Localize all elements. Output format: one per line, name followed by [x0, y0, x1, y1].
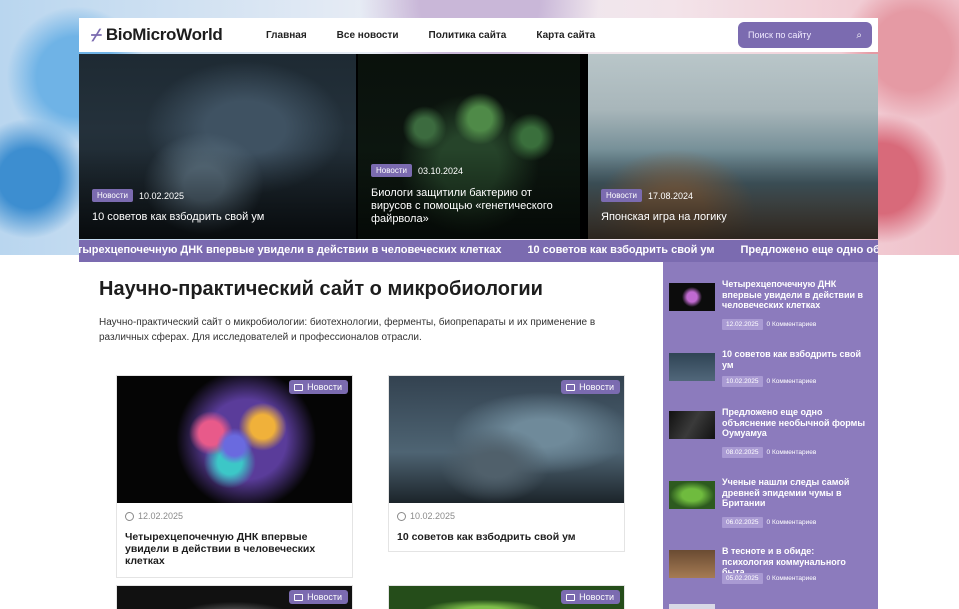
search-box: ⌕ [738, 22, 872, 48]
sidebar-news-thumb [669, 604, 715, 609]
sidebar-news-comments[interactable]: 0 Комментариев [767, 378, 817, 385]
sidebar-news-date: 08.02.2025 [722, 447, 763, 458]
hero-slide-date: 10.02.2025 [138, 190, 185, 201]
ticker-item[interactable]: Предложено еще одно объяснение [741, 244, 879, 256]
category-badge[interactable]: Новости [561, 380, 620, 394]
category-label: Новости [307, 382, 342, 392]
search-input[interactable] [748, 30, 844, 40]
category-badge[interactable]: Новости [289, 380, 348, 394]
category-label: Новости [307, 592, 342, 602]
sidebar-news-comments[interactable]: 0 Комментариев [767, 449, 817, 456]
folder-icon [294, 383, 304, 391]
sidebar-news-date: 10.02.2025 [722, 376, 763, 387]
clock-icon [397, 511, 406, 521]
category-badge[interactable]: Новости [561, 590, 620, 604]
sidebar-news-item[interactable]: Ученые нашли следы самой древней эпидеми… [669, 477, 874, 529]
clock-icon [125, 511, 134, 521]
category-badge[interactable]: Новости [289, 590, 348, 604]
hero-slide-title[interactable]: Японская игра на логику [601, 211, 864, 224]
news-ticker: тырехцепочечную ДНК впервые увидели в де… [79, 240, 878, 262]
news-card-title[interactable]: 10 советов как взбодрить свой ум [397, 531, 616, 543]
hero-slide-date: 17.08.2024 [647, 190, 694, 201]
dna-logo-icon: ⌿ [91, 24, 102, 45]
header: ⌿ BioMicroWorld Главная Все новости Поли… [79, 18, 878, 52]
date-text: 10.02.2025 [410, 511, 456, 521]
sidebar-news-thumb [669, 353, 715, 381]
nav-item-home[interactable]: Главная [251, 30, 322, 41]
nav-item-all-news[interactable]: Все новости [322, 30, 414, 41]
hero-slide-meta: Новости 03.10.2024 [371, 164, 463, 177]
site-logo[interactable]: ⌿ BioMicroWorld [79, 25, 239, 46]
sidebar-news-comments[interactable]: 0 Комментариев [767, 321, 817, 328]
hero-slide-title[interactable]: 10 советов как взбодрить свой ум [92, 211, 342, 224]
page-description: Научно-практический сайт о микробиологии… [99, 317, 596, 343]
hero-slider: Новости 10.02.2025 10 советов как взбодр… [79, 54, 878, 239]
sidebar-news-item[interactable]: Четырехцепочечную ДНК впервые увидели в … [669, 279, 874, 331]
date-text: 12.02.2025 [138, 511, 184, 521]
sidebar-news-item[interactable]: Предложено еще одно объяснение необычной… [669, 407, 874, 459]
folder-icon [566, 383, 576, 391]
sidebar-latest-news: Четырехцепочечную ДНК впервые увидели в … [663, 262, 878, 609]
news-card-image: Новости [117, 376, 352, 503]
sidebar-news-title[interactable]: Предложено еще одно объяснение необычной… [722, 407, 868, 439]
top-container: ⌿ BioMicroWorld Главная Все новости Поли… [79, 18, 878, 239]
category-label: Новости [579, 592, 614, 602]
news-card-title[interactable]: Четырехцепочечную ДНК впервые увидели в … [125, 531, 344, 567]
sidebar-news-date: 06.02.2025 [722, 517, 763, 528]
hero-slide[interactable]: Новости 17.08.2024 Японская игра на логи… [580, 54, 878, 239]
category-badge[interactable]: Новости [371, 164, 412, 177]
sidebar-news-title[interactable]: Четырехцепочечную ДНК впервые увидели в … [722, 279, 868, 311]
ticker-item[interactable]: 10 советов как взбодрить свой ум [527, 244, 714, 256]
news-card-date: 12.02.2025 [125, 511, 352, 521]
sidebar-news-date: 05.02.2025 [722, 573, 763, 584]
hero-slide[interactable]: Новости 03.10.2024 Биологи защитили бакт… [356, 54, 580, 239]
category-badge[interactable]: Новости [92, 189, 133, 202]
hero-slide[interactable]: Новости 10.02.2025 10 советов как взбодр… [79, 54, 356, 239]
search-icon[interactable]: ⌕ [856, 30, 862, 41]
news-card[interactable]: Новости 10.02.2025 10 советов как взбодр… [388, 375, 625, 552]
logo-text: BioMicroWorld [105, 25, 223, 44]
news-card[interactable]: Новости 12.02.2025 Четырехцепочечную ДНК… [116, 375, 353, 578]
hero-slide-title[interactable]: Биологи защитили бактерию от вирусов с п… [371, 187, 566, 226]
sidebar-news-comments[interactable]: 0 Комментариев [767, 575, 817, 582]
hero-slide-meta: Новости 10.02.2025 [92, 189, 184, 202]
sidebar-news-thumb [669, 283, 715, 311]
nav-item-policy[interactable]: Политика сайта [414, 30, 522, 41]
ticker-item[interactable]: тырехцепочечную ДНК впервые увидели в де… [79, 244, 501, 256]
category-label: Новости [579, 382, 614, 392]
news-card-date: 10.02.2025 [397, 511, 624, 521]
folder-icon [566, 593, 576, 601]
sidebar-news-title[interactable]: 10 советов как взбодрить свой ум [722, 349, 868, 370]
news-card-image: Новости [117, 586, 352, 609]
sidebar-news-title[interactable]: Ученые нашли следы самой древней эпидеми… [722, 477, 868, 509]
main-nav: Главная Все новости Политика сайта Карта… [251, 30, 610, 41]
sidebar-news-date: 12.02.2025 [722, 319, 763, 330]
sidebar-news-item[interactable] [669, 602, 874, 609]
folder-icon [294, 593, 304, 601]
sidebar-news-thumb [669, 411, 715, 439]
main-content: Научно-практический сайт о микробиологии… [79, 262, 663, 609]
sidebar-news-thumb [669, 550, 715, 578]
news-card[interactable]: Новости [116, 585, 353, 609]
news-card-image: Новости [389, 586, 624, 609]
sidebar-news-comments[interactable]: 0 Комментариев [767, 519, 817, 526]
hero-slide-date: 03.10.2024 [417, 165, 464, 176]
sidebar-news-item[interactable]: В тесноте и в обиде: психология коммунал… [669, 546, 874, 586]
page-title: Научно-практический сайт о микробиологии [99, 278, 543, 300]
category-badge[interactable]: Новости [601, 189, 642, 202]
news-card-image: Новости [389, 376, 624, 503]
news-card[interactable]: Новости [388, 585, 625, 609]
hero-slide-meta: Новости 17.08.2024 [601, 189, 693, 202]
sidebar-news-item[interactable]: 10 советов как взбодрить свой ум 10.02.2… [669, 349, 874, 389]
nav-item-sitemap[interactable]: Карта сайта [521, 30, 610, 41]
sidebar-news-thumb [669, 481, 715, 509]
